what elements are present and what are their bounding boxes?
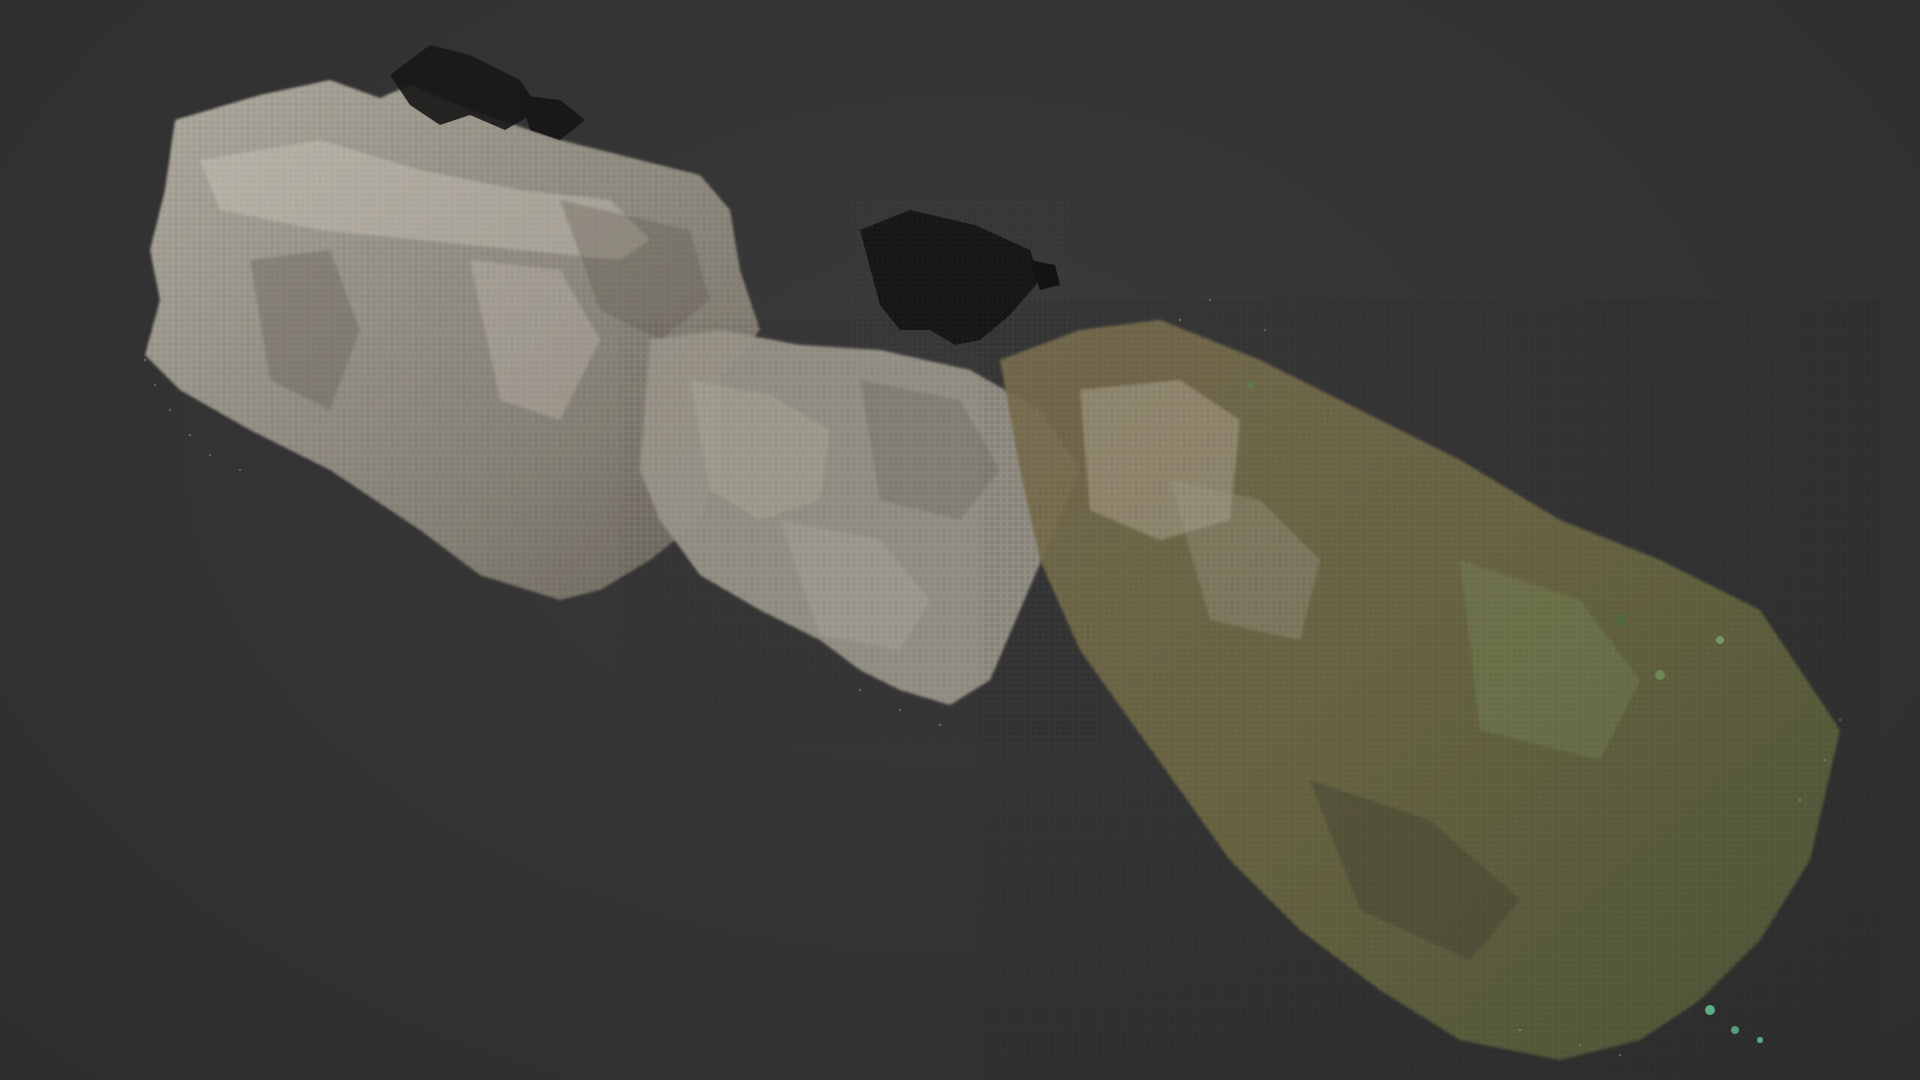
vegetated-slope <box>980 300 1880 1080</box>
point-cloud-render[interactable] <box>0 0 1920 1080</box>
3d-viewport[interactable] <box>0 0 1920 1080</box>
